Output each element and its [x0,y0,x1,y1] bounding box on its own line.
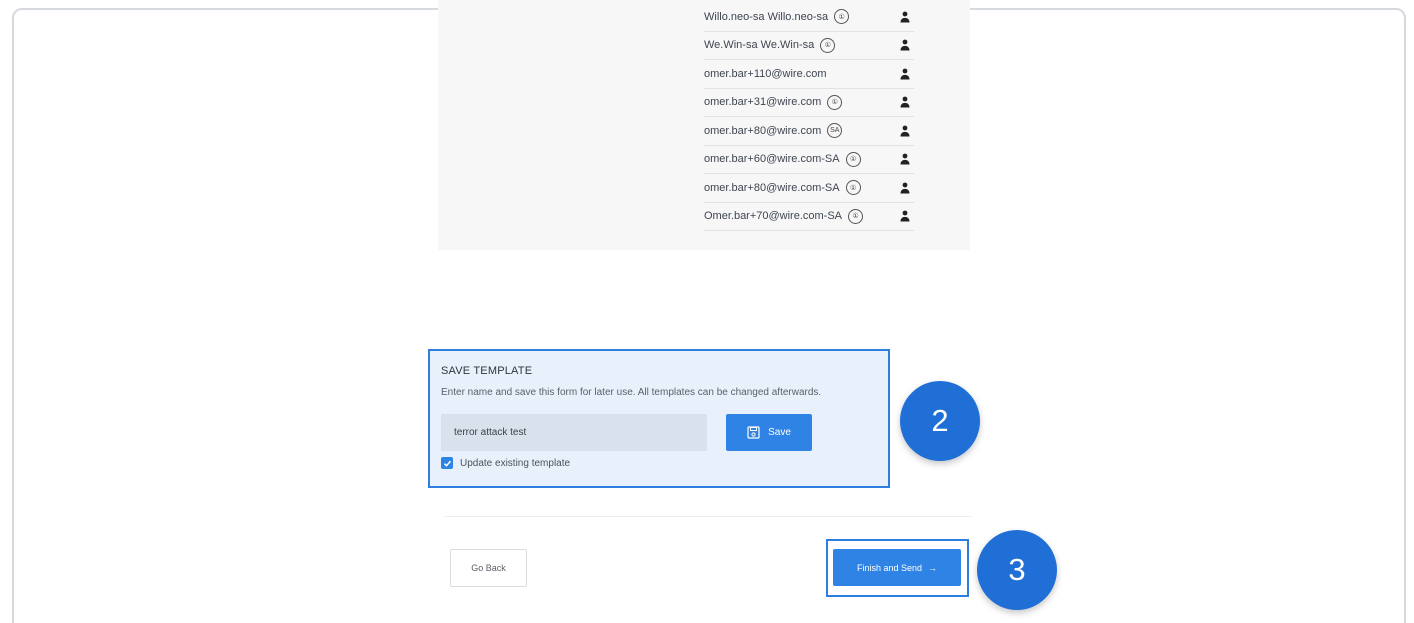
sa-badge-icon: SA [827,123,843,139]
recipient-row: omer.bar+31@wire.com ① [704,89,914,117]
recipient-label: Omer.bar+70@wire.com-SA [704,210,843,223]
recipient-row: omer.bar+80@wire.com-SA ① [704,174,914,203]
go-back-button[interactable]: Go Back [450,549,527,587]
arrow-right-icon: → [928,562,938,573]
info-badge-icon: ① [845,151,861,167]
recipient-list: Willo.neo-sa Willo.neo-sa ① We.Win-sa We… [704,3,914,231]
info-badge-icon: ① [845,180,861,196]
divider [444,516,971,517]
recipient-row: We.Win-sa We.Win-sa ① [704,32,914,60]
step-3-callout: 3 [977,530,1057,610]
info-badge-icon: ① [820,37,836,53]
update-existing-template-label: Update existing template [460,457,571,469]
save-button-label: Save [768,427,791,438]
recipient-row: Willo.neo-sa Willo.neo-sa ① [704,3,914,32]
person-icon [900,96,910,108]
recipient-label: omer.bar+80@wire.com-SA [704,181,840,194]
save-template-description: Enter name and save this form for later … [441,387,822,398]
finish-and-send-label: Finish and Send [856,562,923,573]
save-icon [747,426,760,439]
info-badge-icon: ① [834,9,850,25]
save-template-title: SAVE TEMPLATE [441,365,533,377]
recipient-row: omer.bar+80@wire.com SA [704,117,914,146]
person-icon [900,125,910,137]
recipient-label: omer.bar+110@wire.com [704,67,827,80]
person-icon [900,153,910,165]
recipient-row: omer.bar+60@wire.com-SA ① [704,146,914,174]
finish-and-send-button[interactable]: Finish and Send → [833,549,961,586]
checkbox[interactable] [441,457,453,469]
recipient-label: We.Win-sa We.Win-sa [704,39,815,52]
info-badge-icon: ① [827,94,843,110]
recipient-row: Omer.bar+70@wire.com-SA ① [704,203,914,231]
person-icon [900,210,910,222]
person-icon [900,39,910,51]
info-badge-icon: ① [848,208,864,224]
recipient-label: omer.bar+80@wire.com [704,124,822,137]
save-template-section: SAVE TEMPLATE Enter name and save this f… [428,349,890,488]
checkmark-icon [443,460,451,467]
person-icon [900,68,910,80]
recipient-list-panel: Willo.neo-sa Willo.neo-sa ① We.Win-sa We… [438,0,970,250]
recipient-label: omer.bar+60@wire.com-SA [704,153,840,166]
recipient-label: Willo.neo-sa Willo.neo-sa [704,10,829,23]
person-icon [900,11,910,23]
save-button[interactable]: Save [726,414,812,451]
recipient-label: omer.bar+31@wire.com [704,96,822,109]
template-name-input[interactable] [441,414,707,451]
person-icon [900,182,910,194]
update-existing-template-toggle[interactable]: Update existing template [441,457,570,469]
recipient-row: omer.bar+110@wire.com [704,60,914,89]
step-2-callout: 2 [900,381,980,461]
